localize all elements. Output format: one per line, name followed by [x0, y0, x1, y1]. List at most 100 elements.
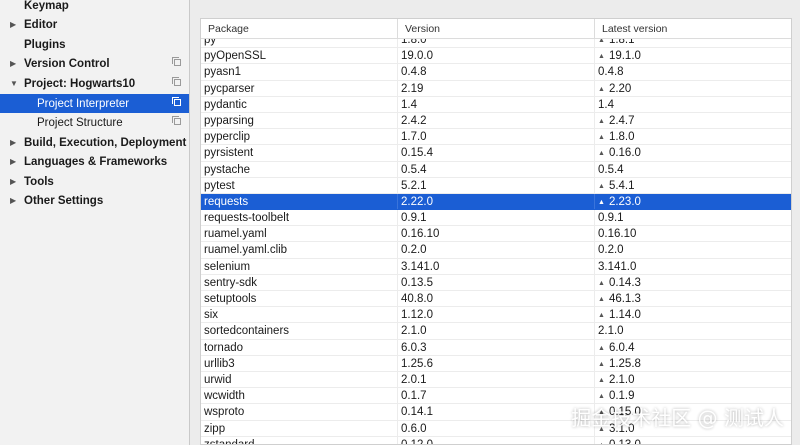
table-row[interactable]: pyrsistent 0.15.4 ▲ 0.16.0 [201, 145, 791, 162]
copy-icon [172, 97, 181, 106]
upgrade-available-icon: ▲ [598, 438, 605, 444]
sidebar-item-project-structure[interactable]: Project Structure [0, 113, 189, 132]
sidebar-item-project-hogwarts10[interactable]: ▼ Project: Hogwarts10 [0, 74, 189, 93]
chevron-right-icon[interactable]: ▶ [10, 157, 16, 166]
package-version: 5.2.1 [397, 177, 594, 193]
table-row[interactable]: urwid 2.0.1 ▲ 2.1.0 [201, 371, 791, 389]
package-latest-version: 0.16.10 [594, 226, 791, 242]
latest-version-text: 1.8.0 [608, 131, 635, 144]
table-row[interactable]: six 1.12.0 ▲ 1.14.0 [201, 307, 791, 324]
package-version: 2.19 [397, 80, 594, 96]
package-name: setuptools [204, 293, 257, 305]
upgrade-available-icon: ▲ [598, 182, 605, 190]
sidebar-item-plugins[interactable]: Plugins [0, 35, 189, 54]
package-version: 0.6.0 [397, 420, 594, 436]
package-name: urwid [204, 373, 232, 386]
latest-version-text: 1.14.0 [608, 309, 641, 322]
package-latest-version: ▲ 46.1.3 [594, 291, 791, 307]
chevron-down-icon[interactable]: ▼ [10, 79, 18, 88]
table-row[interactable]: tornado 6.0.3 ▲ 6.0.4 [201, 339, 791, 356]
chevron-right-icon[interactable]: ▶ [10, 59, 16, 68]
table-row[interactable]: pyperclip 1.7.0 ▲ 1.8.0 [201, 129, 791, 146]
table-row[interactable]: zstandard0.12.0▲0.13.0 [201, 436, 791, 445]
package-name: pyrsistent [204, 147, 254, 160]
table-row[interactable]: requests 2.22.0 ▲ 2.23.0 [201, 193, 791, 211]
sidebar-item-keymap[interactable]: Keymap [0, 0, 189, 15]
sidebar-item-editor[interactable]: ▶ Editor [0, 15, 189, 34]
latest-version-text: 0.4.8 [598, 66, 624, 79]
table-row[interactable]: ruamel.yaml 0.16.10 0.16.10 [201, 226, 791, 243]
sidebar-item-version-control[interactable]: ▶ Version Control [0, 54, 189, 73]
chevron-right-icon[interactable]: ▶ [10, 196, 16, 205]
latest-version-text: 0.13.0 [608, 438, 641, 445]
package-name: pydantic [204, 98, 247, 111]
chevron-right-icon[interactable]: ▶ [10, 138, 16, 147]
package-latest-version: ▲ 2.4.7 [594, 112, 791, 129]
table-row[interactable]: pycparser 2.19 ▲ 2.20 [201, 80, 791, 97]
package-version: 0.4.8 [397, 64, 594, 80]
sidebar-item-tools[interactable]: ▶ Tools [0, 172, 189, 191]
package-name: pyOpenSSL [204, 50, 267, 63]
sidebar-item-label: Tools [24, 175, 54, 188]
latest-version-text: 2.1.0 [608, 373, 635, 386]
package-name: wcwidth [204, 390, 245, 403]
package-version: 40.8.0 [397, 291, 594, 307]
chevron-right-icon[interactable]: ▶ [10, 20, 16, 29]
copy-icon [172, 116, 181, 125]
table-row[interactable]: sortedcontainers 2.1.0 2.1.0 [201, 323, 791, 340]
table-row[interactable]: ruamel.yaml.clib 0.2.0 0.2.0 [201, 242, 791, 259]
package-latest-version: ▲ 6.0.4 [594, 339, 791, 355]
latest-version-text: 0.1.9 [608, 390, 635, 403]
package-latest-version: ▲ 2.20 [594, 80, 791, 96]
latest-version-text: 0.2.0 [598, 244, 624, 257]
package-name: pystache [204, 163, 251, 176]
sidebar-item-label: Keymap [24, 0, 69, 12]
package-version: 2.0.1 [397, 371, 594, 388]
upgrade-available-icon: ▲ [598, 53, 605, 61]
sidebar-item-other-settings[interactable]: ▶ Other Settings [0, 191, 189, 210]
table-row[interactable]: pyasn1 0.4.8 0.4.8 [201, 64, 791, 81]
upgrade-available-icon: ▲ [598, 117, 605, 125]
sidebar-item-label: Plugins [24, 38, 66, 51]
upgrade-available-icon: ▲ [598, 150, 605, 158]
table-row[interactable]: selenium 3.141.0 3.141.0 [201, 258, 791, 275]
table-row[interactable]: sentry-sdk 0.13.5 ▲ 0.14.3 [201, 274, 791, 291]
latest-version-text: 3.141.0 [598, 260, 637, 273]
table-row[interactable]: setuptools 40.8.0 ▲ 46.1.3 [201, 291, 791, 308]
package-name: pycparser [204, 82, 255, 95]
watermark: 掘金技术社区 @ 测试人 [571, 406, 784, 430]
package-version: 1.7.0 [397, 129, 594, 145]
column-header-latest-version[interactable]: Latest version [594, 19, 791, 39]
package-name: tornado [204, 341, 244, 354]
table-row[interactable]: urllib3 1.25.6 ▲ 1.25.8 [201, 355, 791, 372]
table-row[interactable]: requests-toolbelt 0.9.1 0.9.1 [201, 210, 791, 227]
upgrade-available-icon: ▲ [598, 279, 605, 287]
package-version: 1.4 [397, 96, 594, 112]
upgrade-available-icon: ▲ [598, 198, 605, 206]
package-version: 0.9.1 [397, 210, 594, 226]
column-header-version[interactable]: Version [397, 19, 594, 39]
copy-icon [172, 77, 181, 86]
package-version: 0.2.0 [397, 242, 594, 258]
package-name: requests [204, 195, 249, 208]
table-row[interactable]: pydantic 1.4 1.4 [201, 96, 791, 113]
chevron-right-icon[interactable]: ▶ [10, 177, 16, 186]
latest-version-text: 0.14.3 [608, 276, 641, 289]
package-latest-version: 0.4.8 [594, 64, 791, 80]
table-row[interactable]: pyparsing 2.4.2 ▲ 2.4.7 [201, 112, 791, 130]
sidebar-item-languages-frameworks[interactable]: ▶ Languages & Frameworks [0, 152, 189, 171]
package-latest-version: ▲ 0.16.0 [594, 145, 791, 161]
package-latest-version: ▲0.13.0 [594, 436, 791, 445]
package-name: six [204, 309, 219, 322]
sidebar-item-project-interpreter[interactable]: Project Interpreter [0, 94, 189, 113]
latest-version-text: 0.16.10 [598, 228, 637, 241]
latest-version-text: 5.4.1 [608, 179, 635, 192]
settings-sidebar: Keymap ▶ Editor Plugins ▶ Version Control ▼ Pro… [0, 0, 190, 445]
table-row[interactable]: pyOpenSSL 19.0.0 ▲ 19.1.0 [201, 48, 791, 65]
table-row[interactable]: pytest 5.2.1 ▲ 5.4.1 [201, 177, 791, 194]
package-name: sentry-sdk [204, 276, 258, 289]
sidebar-item-build-execution-deployment[interactable]: ▶ Build, Execution, Deployment [0, 133, 189, 152]
table-row[interactable]: pystache 0.5.4 0.5.4 [201, 161, 791, 178]
package-latest-version: ▲ 19.1.0 [594, 48, 791, 64]
column-header-package[interactable]: Package [201, 19, 397, 39]
